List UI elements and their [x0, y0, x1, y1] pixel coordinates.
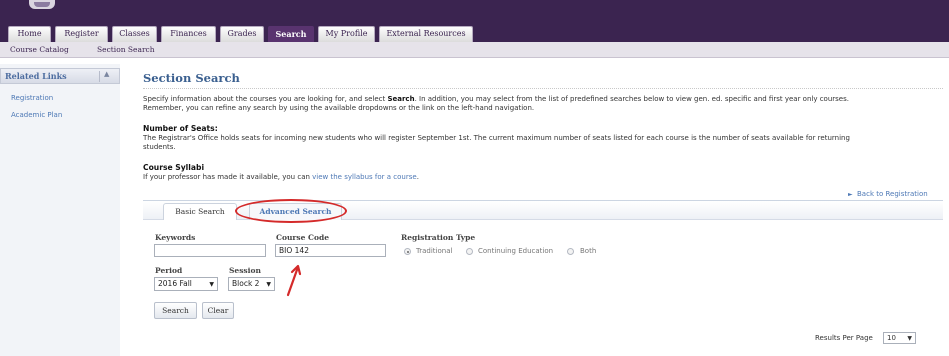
course-code-input[interactable]	[275, 244, 386, 257]
tab-search[interactable]: Search	[268, 26, 314, 42]
radio-both-label: Both	[580, 247, 597, 255]
intro-text-part: . In addition, you may select from the l…	[414, 95, 849, 103]
sidebar: Related Links ▲ Registration Academic Pl…	[0, 64, 120, 356]
back-to-registration-link[interactable]: Back to Registration	[857, 190, 928, 198]
tab-external-resources[interactable]: External Resources	[379, 26, 473, 42]
page-title: Section Search	[143, 71, 240, 85]
radio-continuing-education-label: Continuing Education	[478, 247, 554, 255]
tab-basic-search[interactable]: Basic Search	[163, 203, 237, 220]
results-per-page-label: Results Per Page	[815, 334, 873, 342]
arrow-right-icon: ►	[848, 191, 853, 198]
sidebar-divider	[99, 71, 100, 82]
title-divider	[143, 88, 943, 89]
intro-text-line2: Remember, you can refine any search by u…	[143, 104, 535, 112]
tab-classes[interactable]: Classes	[112, 26, 157, 42]
tab-grades[interactable]: Grades	[220, 26, 264, 42]
syllabi-text-part: If your professor has made it available,…	[143, 173, 313, 181]
search-button[interactable]: Search	[154, 302, 197, 319]
chevron-down-icon: ▼	[209, 281, 214, 288]
syllabi-text-end: .	[416, 173, 419, 181]
main-navigation: Home Register Classes Finances Grades Se…	[0, 22, 949, 42]
keywords-input[interactable]	[154, 244, 266, 257]
logo-mark	[34, 2, 50, 7]
period-label: Period	[155, 266, 183, 275]
registration-type-label: Registration Type	[401, 233, 476, 242]
session-select[interactable]: Block 2 ▼	[228, 277, 275, 291]
subtab-section-search[interactable]: Section Search	[97, 45, 155, 54]
chevron-down-icon: ▼	[266, 281, 271, 288]
annotation-arrow-icon	[286, 264, 302, 297]
tab-home[interactable]: Home	[8, 26, 51, 42]
intro-text-part: Specify information about the courses yo…	[143, 95, 388, 103]
session-select-value: Block 2	[232, 279, 260, 288]
seats-text-line2: students.	[143, 143, 176, 151]
sidebar-item-registration[interactable]: Registration	[0, 94, 53, 102]
sidebar-item-academic-plan[interactable]: Academic Plan	[0, 111, 62, 119]
sidebar-title: Related Links	[5, 71, 67, 81]
period-select[interactable]: 2016 Fall ▼	[154, 277, 218, 291]
seats-heading: Number of Seats:	[143, 124, 218, 133]
intro-bold-search: Search	[387, 95, 415, 103]
period-select-value: 2016 Fall	[158, 279, 192, 288]
annotation-circle	[235, 199, 347, 223]
radio-both[interactable]	[567, 248, 574, 255]
intro-text: Specify information about the courses yo…	[143, 95, 933, 113]
course-code-label: Course Code	[276, 233, 329, 242]
radio-traditional-label: Traditional	[416, 247, 453, 255]
clear-button[interactable]: Clear	[202, 302, 234, 319]
seats-text-line1: The Registrar's Office holds seats for i…	[143, 134, 850, 142]
chevron-down-icon: ▼	[907, 335, 912, 342]
collapse-icon[interactable]: ▲	[104, 70, 109, 78]
results-per-page-select[interactable]: 10 ▼	[883, 332, 916, 344]
syllabi-text: If your professor has made it available,…	[143, 173, 933, 182]
syllabi-heading: Course Syllabi	[143, 163, 205, 172]
keywords-label: Keywords	[155, 233, 196, 242]
tab-my-profile[interactable]: My Profile	[318, 26, 375, 42]
view-syllabus-link[interactable]: view the syllabus for a course	[312, 173, 417, 181]
top-banner	[0, 0, 949, 22]
seats-text: The Registrar's Office holds seats for i…	[143, 134, 933, 152]
tab-register[interactable]: Register	[55, 26, 108, 42]
radio-traditional[interactable]	[404, 248, 411, 255]
results-per-page-value: 10	[887, 334, 896, 342]
subtab-course-catalog[interactable]: Course Catalog	[10, 45, 69, 54]
session-label: Session	[229, 266, 261, 275]
sidebar-header[interactable]: Related Links ▲	[0, 68, 120, 84]
sub-navigation: Course Catalog Section Search	[0, 42, 949, 58]
tab-finances[interactable]: Finances	[161, 26, 216, 42]
radio-continuing-education[interactable]	[466, 248, 473, 255]
